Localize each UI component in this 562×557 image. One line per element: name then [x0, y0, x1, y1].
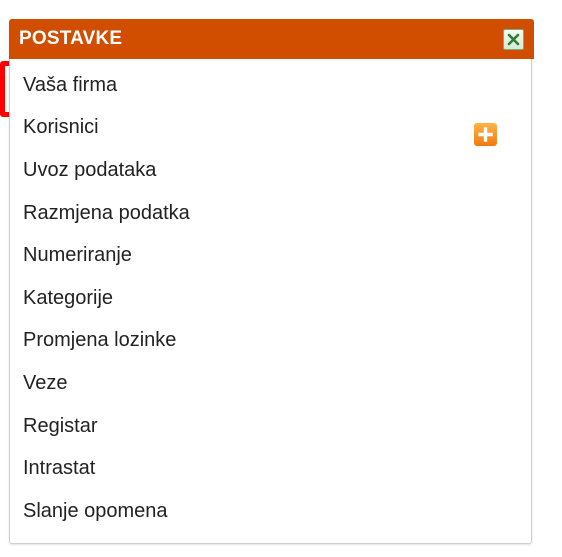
menu-item-korisnici[interactable]: Korisnici — [10, 107, 531, 150]
settings-panel: POSTAVKE Vaša firma Korisnici Uvoz podat… — [9, 19, 534, 544]
panel-header: POSTAVKE — [9, 19, 534, 59]
menu-item-label: Kategorije — [23, 286, 114, 309]
menu-item-label: Slanje opomena — [23, 499, 168, 522]
menu-item-veze[interactable]: Veze — [10, 362, 531, 405]
panel-title: POSTAVKE — [19, 28, 123, 49]
menu-item-numeriranje[interactable]: Numeriranje — [10, 234, 531, 277]
menu-item-label: Vaša firma — [23, 73, 118, 96]
menu-item-registar[interactable]: Registar — [10, 405, 531, 448]
menu-item-uvoz-podataka[interactable]: Uvoz podataka — [10, 149, 531, 192]
menu-item-vasa-firma[interactable]: Vaša firma — [10, 64, 531, 107]
menu-item-promjena-lozinke[interactable]: Promjena lozinke — [10, 320, 531, 363]
menu-item-kategorije[interactable]: Kategorije — [10, 277, 531, 320]
menu-item-label: Registar — [23, 414, 98, 437]
settings-menu: Vaša firma Korisnici Uvoz podataka Razmj… — [10, 64, 531, 533]
menu-item-label: Intrastat — [23, 457, 96, 480]
menu-item-label: Uvoz podataka — [23, 158, 157, 181]
plus-icon — [478, 127, 493, 142]
menu-item-razmjena-podatka[interactable]: Razmjena podatka — [10, 192, 531, 235]
close-button[interactable] — [503, 29, 524, 50]
menu-item-label: Korisnici — [23, 116, 99, 139]
menu-item-label: Promjena lozinke — [23, 329, 177, 352]
add-user-button[interactable] — [474, 123, 497, 146]
menu-item-label: Numeriranje — [23, 244, 132, 267]
menu-item-label: Veze — [23, 371, 68, 394]
close-icon — [507, 33, 520, 46]
menu-item-intrastat[interactable]: Intrastat — [10, 447, 531, 490]
menu-item-slanje-opomena[interactable]: Slanje opomena — [10, 490, 531, 533]
menu-item-label: Razmjena podatka — [23, 201, 190, 224]
